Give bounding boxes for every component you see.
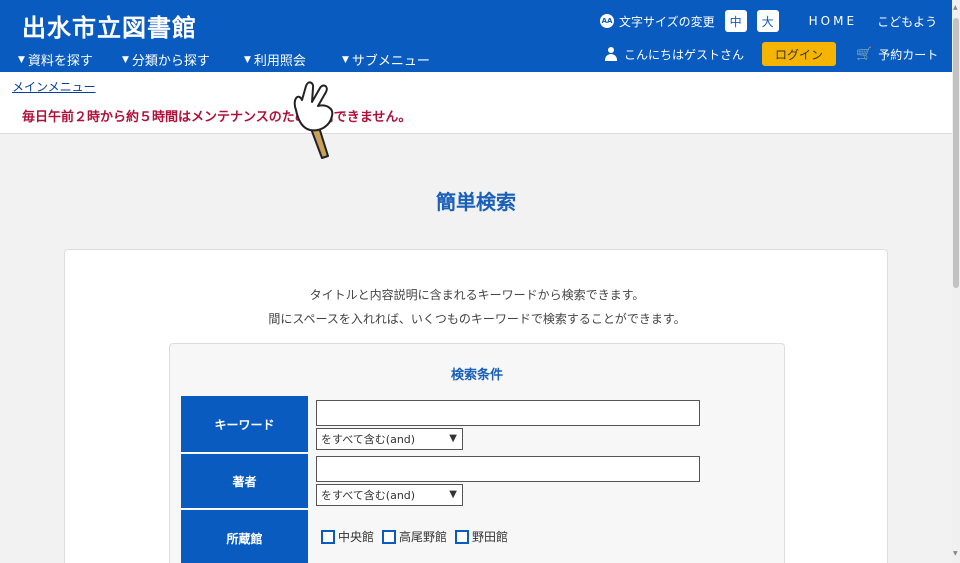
caret-down-icon: ▼ xyxy=(122,54,129,65)
header: 出水市立図書館 ▼ 資料を探す ▼ 分類から探す ▼ 利用照会 ▼ サブメニュー AA … xyxy=(0,0,952,72)
login-button[interactable]: ログイン xyxy=(762,42,837,66)
chevron-down-icon: ▼ xyxy=(449,489,457,500)
home-link[interactable]: HOME xyxy=(809,14,857,28)
library-checkbox-takaono[interactable]: 高尾野館 xyxy=(382,528,447,545)
library-checkboxes: 中央館 高尾野館 野田館 xyxy=(321,528,516,545)
top-right-tools: AA 文字サイズの変更 中 大 HOME こどもよう xyxy=(600,10,937,32)
description-line-1: タイトルと内容説明に含まれるキーワードから検索できます。 xyxy=(309,288,645,302)
breadcrumb-main-menu[interactable]: メインメニュー xyxy=(12,78,96,95)
author-mode-select[interactable]: をすべて含む(and) ▼ xyxy=(316,484,463,506)
scroll-down-icon[interactable]: ▼ xyxy=(953,550,958,557)
page-title: 簡単検索 xyxy=(436,190,516,214)
greeting-text: こんにちはゲストさん xyxy=(624,47,745,62)
nav-browse-category[interactable]: ▼ 分類から探す xyxy=(122,50,222,69)
caret-down-icon: ▼ xyxy=(342,54,349,65)
site-title[interactable]: 出水市立図書館 xyxy=(22,8,197,43)
scroll-thumb[interactable] xyxy=(953,18,959,288)
user-row: こんにちはゲストさん ログイン 🛒 予約カート xyxy=(604,42,938,66)
simple-search-panel: タイトルと内容説明に含まれるキーワードから検索できます。 間にスペースを入れれば… xyxy=(64,249,888,563)
search-criteria-box: 検索条件 キーワード をすべて含む(and) ▼ 著者 をすべて含む(and) … xyxy=(169,343,785,563)
notice-band: メインメニュー 毎日午前２時から約５時間はメンテナンスのため利用できません。 xyxy=(0,72,952,134)
author-label: 著者 xyxy=(181,454,308,508)
kids-link[interactable]: こどもよう xyxy=(877,13,937,30)
library-label: 所蔵館 xyxy=(181,510,308,563)
caret-down-icon: ▼ xyxy=(244,54,251,65)
main-nav: ▼ 資料を探す ▼ 分類から探す ▼ 利用照会 ▼ サブメニュー xyxy=(18,50,464,69)
scroll-up-icon[interactable]: ▲ xyxy=(953,4,958,11)
keyword-label: キーワード xyxy=(181,396,308,452)
keyword-mode-select[interactable]: をすべて含む(and) ▼ xyxy=(316,428,463,450)
reservation-cart-link[interactable]: 🛒 予約カート xyxy=(856,46,938,63)
text-size-icon: AA xyxy=(600,14,614,28)
user-icon xyxy=(604,47,618,61)
library-checkbox-noda[interactable]: 野田館 xyxy=(455,528,508,545)
chevron-down-icon: ▼ xyxy=(449,433,457,444)
nav-submenu[interactable]: ▼ サブメニュー xyxy=(342,50,430,69)
caret-down-icon: ▼ xyxy=(18,54,25,65)
checkbox[interactable] xyxy=(321,529,335,544)
hand-pointer-icon xyxy=(293,81,334,159)
library-checkbox-central[interactable]: 中央館 xyxy=(321,528,374,545)
nav-usage-inquiry[interactable]: ▼ 利用照会 xyxy=(244,50,320,69)
author-row: 著者 をすべて含む(and) ▼ xyxy=(181,454,781,508)
text-size-label: 文字サイズの変更 xyxy=(619,14,715,29)
maintenance-notice: 毎日午前２時から約５時間はメンテナンスのため利用できません。 xyxy=(22,110,412,125)
criteria-title: 検索条件 xyxy=(450,368,503,383)
checkbox[interactable] xyxy=(382,529,397,544)
author-input[interactable] xyxy=(316,456,700,482)
nav-search-materials[interactable]: ▼ 資料を探す xyxy=(18,50,100,69)
text-size-medium-button[interactable]: 中 xyxy=(724,10,747,32)
keyword-input[interactable] xyxy=(316,400,700,426)
cart-icon: 🛒 xyxy=(856,46,873,62)
keyword-row: キーワード をすべて含む(and) ▼ xyxy=(181,396,781,452)
scrollbar[interactable]: ▲ ▼ xyxy=(952,0,960,563)
library-row: 所蔵館 中央館 高尾野館 野田館 xyxy=(181,510,781,563)
text-size-large-button[interactable]: 大 xyxy=(756,10,779,32)
description-line-2: 間にスペースを入れれば、いくつものキーワードで検索することができます。 xyxy=(268,312,686,326)
checkbox[interactable] xyxy=(455,529,470,544)
